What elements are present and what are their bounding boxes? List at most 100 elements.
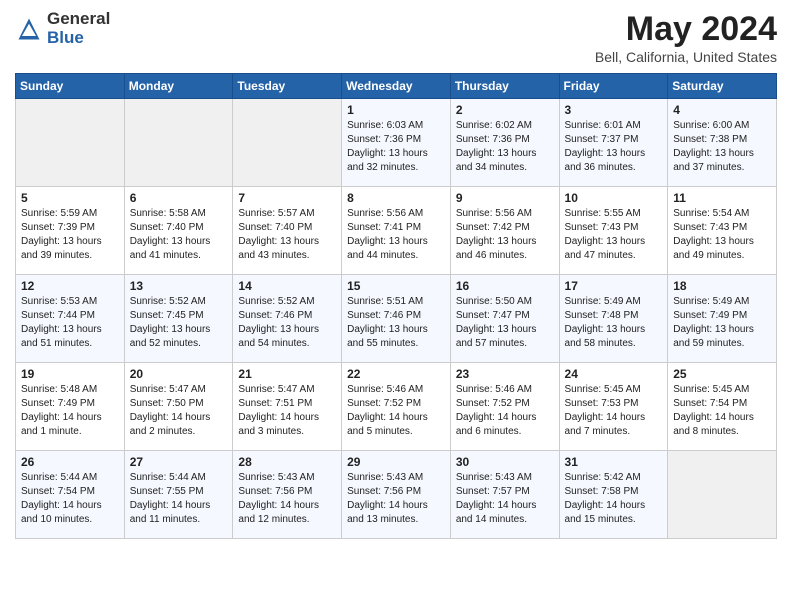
day-info: Sunrise: 5:54 AM Sunset: 7:43 PM Dayligh… <box>673 207 771 263</box>
day-number: 11 <box>673 191 771 205</box>
day-info: Sunrise: 5:44 AM Sunset: 7:54 PM Dayligh… <box>21 471 119 527</box>
day-number: 15 <box>347 279 445 293</box>
day-number: 26 <box>21 455 119 469</box>
header-cell-saturday: Saturday <box>668 74 777 99</box>
day-number: 10 <box>565 191 663 205</box>
day-info: Sunrise: 5:56 AM Sunset: 7:41 PM Dayligh… <box>347 207 445 263</box>
day-info: Sunrise: 5:50 AM Sunset: 7:47 PM Dayligh… <box>456 295 554 351</box>
day-info: Sunrise: 5:49 AM Sunset: 7:48 PM Dayligh… <box>565 295 663 351</box>
week-row-3: 12 Sunrise: 5:53 AM Sunset: 7:44 PM Dayli… <box>16 275 777 363</box>
day-info: Sunrise: 5:46 AM Sunset: 7:52 PM Dayligh… <box>347 383 445 439</box>
day-info: Sunrise: 5:42 AM Sunset: 7:58 PM Dayligh… <box>565 471 663 527</box>
calendar-title: May 2024 <box>595 10 777 49</box>
day-cell: 24 Sunrise: 5:45 AM Sunset: 7:53 PM Dayli… <box>559 363 668 451</box>
day-cell <box>124 99 233 187</box>
day-info: Sunrise: 5:59 AM Sunset: 7:39 PM Dayligh… <box>21 207 119 263</box>
calendar-header: SundayMondayTuesdayWednesdayThursdayFrid… <box>16 74 777 99</box>
day-cell: 6 Sunrise: 5:58 AM Sunset: 7:40 PM Daylig… <box>124 187 233 275</box>
week-row-5: 26 Sunrise: 5:44 AM Sunset: 7:54 PM Dayli… <box>16 451 777 539</box>
day-number: 14 <box>238 279 336 293</box>
day-number: 12 <box>21 279 119 293</box>
day-cell: 31Sunrise: 5:42 AM Sunset: 7:58 PM Dayli… <box>559 451 668 539</box>
day-info: Sunrise: 5:47 AM Sunset: 7:50 PM Dayligh… <box>130 383 228 439</box>
day-info: Sunrise: 5:45 AM Sunset: 7:53 PM Dayligh… <box>565 383 663 439</box>
day-cell: 14 Sunrise: 5:52 AM Sunset: 7:46 PM Dayli… <box>233 275 342 363</box>
day-info: Sunrise: 5:47 AM Sunset: 7:51 PM Dayligh… <box>238 383 336 439</box>
day-number: 3 <box>565 103 663 117</box>
day-number: 8 <box>347 191 445 205</box>
day-number: 2 <box>456 103 554 117</box>
day-info: Sunrise: 5:58 AM Sunset: 7:40 PM Dayligh… <box>130 207 228 263</box>
day-number: 28 <box>238 455 336 469</box>
calendar-subtitle: Bell, California, United States <box>595 49 777 65</box>
calendar-body: 1Sunrise: 6:03 AM Sunset: 7:36 PM Daylig… <box>16 99 777 539</box>
day-number: 1 <box>347 103 445 117</box>
day-cell: 1Sunrise: 6:03 AM Sunset: 7:36 PM Daylig… <box>342 99 451 187</box>
logo-text: General Blue <box>47 10 110 47</box>
header-cell-wednesday: Wednesday <box>342 74 451 99</box>
day-cell: 15 Sunrise: 5:51 AM Sunset: 7:46 PM Dayli… <box>342 275 451 363</box>
day-number: 27 <box>130 455 228 469</box>
day-info: Sunrise: 6:01 AM Sunset: 7:37 PM Dayligh… <box>565 119 663 175</box>
day-cell: 19 Sunrise: 5:48 AM Sunset: 7:49 PM Dayli… <box>16 363 125 451</box>
day-cell: 26 Sunrise: 5:44 AM Sunset: 7:54 PM Dayli… <box>16 451 125 539</box>
day-cell: 21Sunrise: 5:47 AM Sunset: 7:51 PM Dayli… <box>233 363 342 451</box>
day-cell: 12 Sunrise: 5:53 AM Sunset: 7:44 PM Dayli… <box>16 275 125 363</box>
day-number: 5 <box>21 191 119 205</box>
day-info: Sunrise: 5:53 AM Sunset: 7:44 PM Dayligh… <box>21 295 119 351</box>
day-info: Sunrise: 5:43 AM Sunset: 7:57 PM Dayligh… <box>456 471 554 527</box>
logo-icon <box>15 15 43 43</box>
day-number: 29 <box>347 455 445 469</box>
day-cell: 20 Sunrise: 5:47 AM Sunset: 7:50 PM Dayli… <box>124 363 233 451</box>
day-info: Sunrise: 5:52 AM Sunset: 7:46 PM Dayligh… <box>238 295 336 351</box>
day-cell: 27Sunrise: 5:44 AM Sunset: 7:55 PM Dayli… <box>124 451 233 539</box>
day-cell: 29Sunrise: 5:43 AM Sunset: 7:56 PM Dayli… <box>342 451 451 539</box>
calendar-table: SundayMondayTuesdayWednesdayThursdayFrid… <box>15 73 777 539</box>
day-number: 17 <box>565 279 663 293</box>
day-cell: 5 Sunrise: 5:59 AM Sunset: 7:39 PM Daylig… <box>16 187 125 275</box>
header-cell-tuesday: Tuesday <box>233 74 342 99</box>
day-number: 19 <box>21 367 119 381</box>
day-cell: 30 Sunrise: 5:43 AM Sunset: 7:57 PM Dayli… <box>450 451 559 539</box>
week-row-1: 1Sunrise: 6:03 AM Sunset: 7:36 PM Daylig… <box>16 99 777 187</box>
day-info: Sunrise: 6:00 AM Sunset: 7:38 PM Dayligh… <box>673 119 771 175</box>
day-cell: 10 Sunrise: 5:55 AM Sunset: 7:43 PM Dayli… <box>559 187 668 275</box>
day-cell: 18Sunrise: 5:49 AM Sunset: 7:49 PM Dayli… <box>668 275 777 363</box>
day-info: Sunrise: 5:46 AM Sunset: 7:52 PM Dayligh… <box>456 383 554 439</box>
page-header: General Blue May 2024 Bell, California, … <box>15 10 777 65</box>
header-cell-friday: Friday <box>559 74 668 99</box>
day-info: Sunrise: 6:02 AM Sunset: 7:36 PM Dayligh… <box>456 119 554 175</box>
day-cell <box>233 99 342 187</box>
day-info: Sunrise: 5:45 AM Sunset: 7:54 PM Dayligh… <box>673 383 771 439</box>
day-number: 9 <box>456 191 554 205</box>
logo: General Blue <box>15 10 110 47</box>
day-info: Sunrise: 5:52 AM Sunset: 7:45 PM Dayligh… <box>130 295 228 351</box>
day-cell: 9 Sunrise: 5:56 AM Sunset: 7:42 PM Daylig… <box>450 187 559 275</box>
day-number: 6 <box>130 191 228 205</box>
header-cell-monday: Monday <box>124 74 233 99</box>
day-info: Sunrise: 5:48 AM Sunset: 7:49 PM Dayligh… <box>21 383 119 439</box>
day-info: Sunrise: 5:56 AM Sunset: 7:42 PM Dayligh… <box>456 207 554 263</box>
day-info: Sunrise: 5:55 AM Sunset: 7:43 PM Dayligh… <box>565 207 663 263</box>
day-number: 24 <box>565 367 663 381</box>
header-cell-sunday: Sunday <box>16 74 125 99</box>
header-cell-thursday: Thursday <box>450 74 559 99</box>
day-cell: 4 Sunrise: 6:00 AM Sunset: 7:38 PM Daylig… <box>668 99 777 187</box>
day-number: 4 <box>673 103 771 117</box>
day-number: 18 <box>673 279 771 293</box>
day-number: 13 <box>130 279 228 293</box>
day-info: Sunrise: 5:57 AM Sunset: 7:40 PM Dayligh… <box>238 207 336 263</box>
day-info: Sunrise: 5:51 AM Sunset: 7:46 PM Dayligh… <box>347 295 445 351</box>
day-cell: 2 Sunrise: 6:02 AM Sunset: 7:36 PM Daylig… <box>450 99 559 187</box>
day-number: 25 <box>673 367 771 381</box>
day-cell: 3 Sunrise: 6:01 AM Sunset: 7:37 PM Daylig… <box>559 99 668 187</box>
day-cell: 13 Sunrise: 5:52 AM Sunset: 7:45 PM Dayli… <box>124 275 233 363</box>
title-block: May 2024 Bell, California, United States <box>595 10 777 65</box>
week-row-2: 5 Sunrise: 5:59 AM Sunset: 7:39 PM Daylig… <box>16 187 777 275</box>
day-cell <box>16 99 125 187</box>
header-row: SundayMondayTuesdayWednesdayThursdayFrid… <box>16 74 777 99</box>
day-number: 30 <box>456 455 554 469</box>
day-cell: 7Sunrise: 5:57 AM Sunset: 7:40 PM Daylig… <box>233 187 342 275</box>
day-number: 20 <box>130 367 228 381</box>
day-cell: 16Sunrise: 5:50 AM Sunset: 7:47 PM Dayli… <box>450 275 559 363</box>
